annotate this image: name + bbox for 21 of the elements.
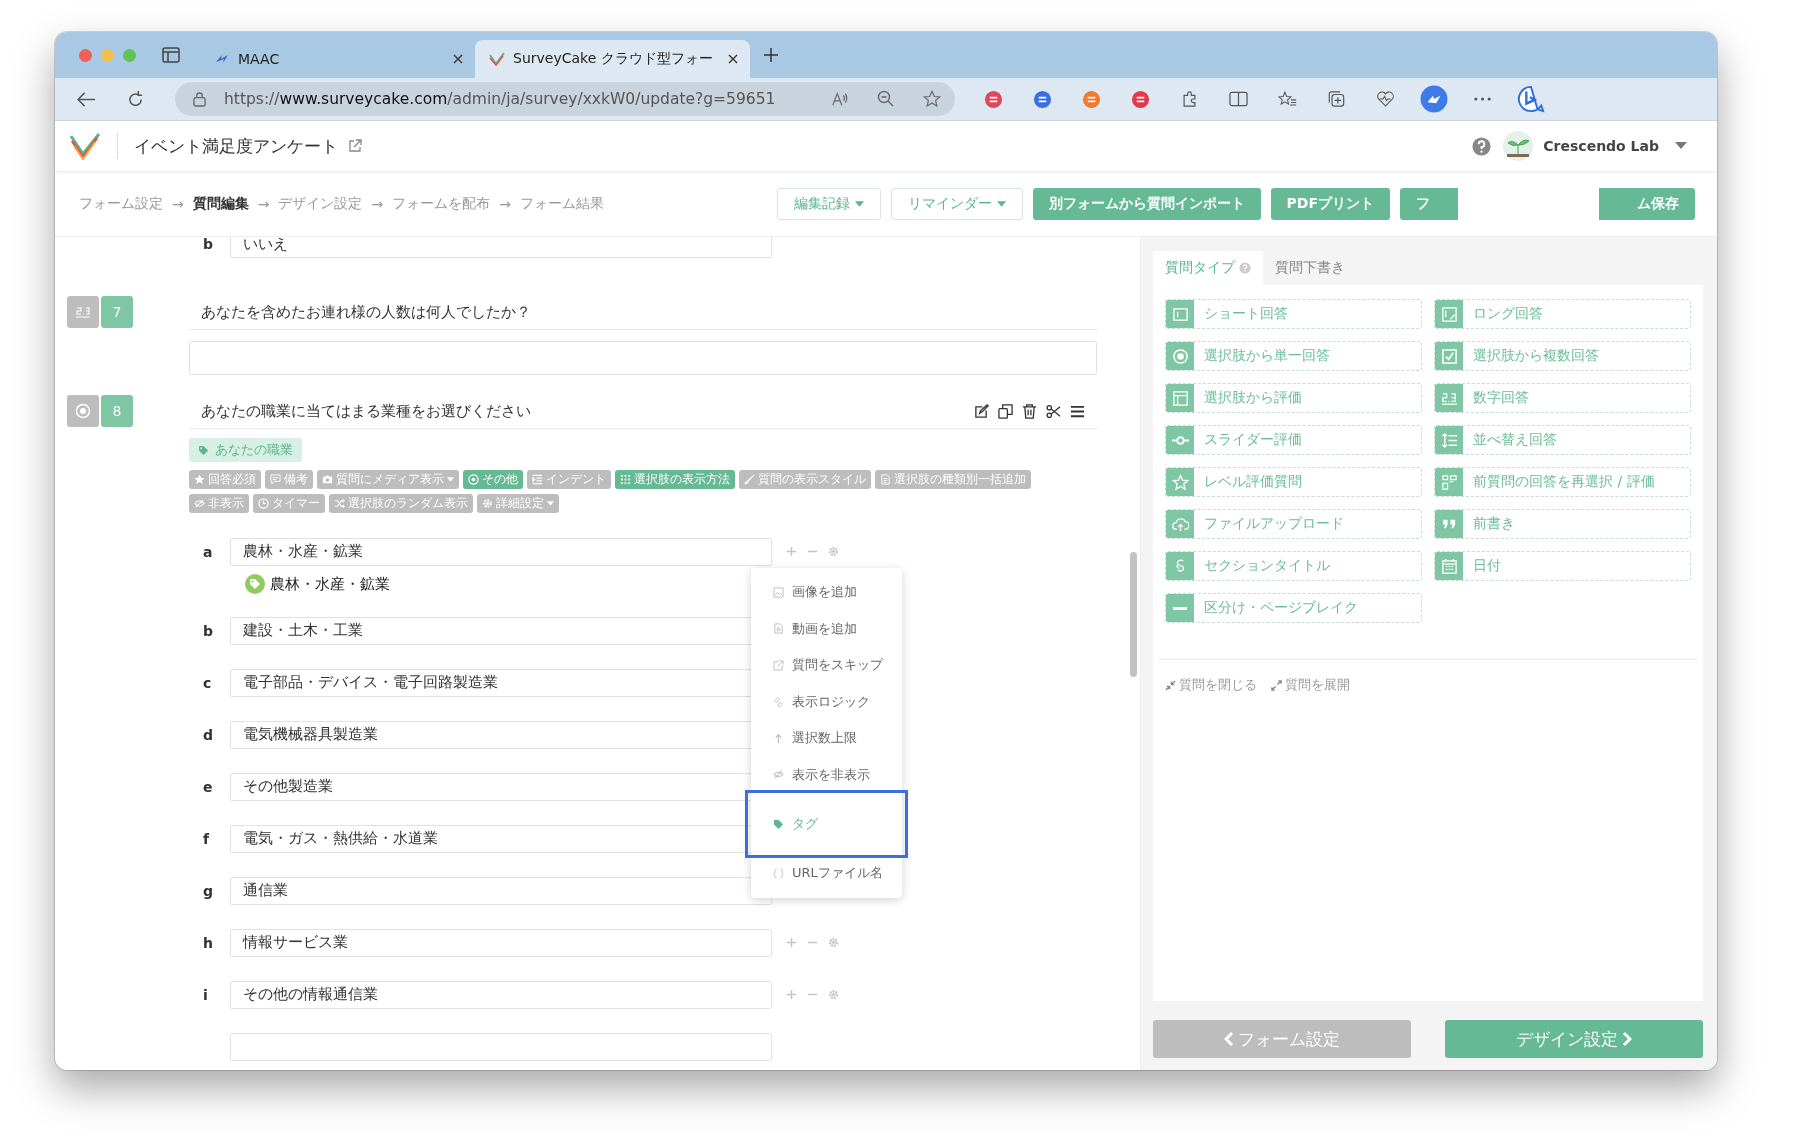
option-letter: b xyxy=(202,237,215,252)
survey-title: イベント満足度アンケート xyxy=(134,134,338,158)
option-letter: e xyxy=(202,778,214,795)
step-arrow: → xyxy=(257,196,270,212)
option-letter: a xyxy=(202,543,214,560)
option-letter: g xyxy=(202,882,215,899)
url-text: https://www.surveycake.com/admin/ja/survey/xxkW0/update?g=59651 xyxy=(224,90,776,108)
tab-title: MAAC xyxy=(238,51,281,67)
step-arrow: → xyxy=(371,196,384,212)
option-tag: 農林・水産・鉱業 xyxy=(270,574,390,594)
option-letter: i xyxy=(202,986,209,1003)
option-letter: c xyxy=(202,674,213,691)
tab-title: SurveyCake クラウド型フォー xyxy=(513,50,714,68)
step-arrow: → xyxy=(499,196,511,212)
option-letter: b xyxy=(202,622,215,639)
question-number: 7 xyxy=(101,296,133,328)
option-letter: f xyxy=(202,830,211,847)
step-arrow: → xyxy=(172,196,184,212)
option-letter: h xyxy=(202,934,214,951)
option-letter: d xyxy=(202,726,215,743)
question-number: 8 xyxy=(101,395,133,427)
